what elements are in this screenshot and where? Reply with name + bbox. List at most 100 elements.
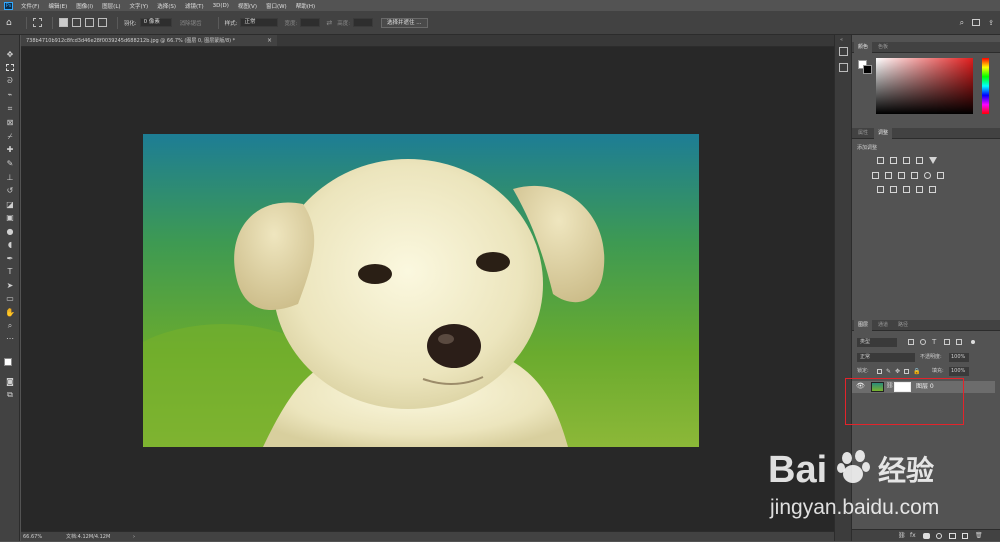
gradient-map-adjustment-icon[interactable] — [916, 186, 923, 193]
lock-transparent-icon[interactable] — [877, 369, 882, 374]
swap-dimensions-icon[interactable]: ⇄ — [326, 19, 332, 27]
canvas-area[interactable] — [21, 47, 834, 531]
style-select[interactable]: 正常 — [240, 18, 279, 27]
layer-filter-kind[interactable]: 类型 — [857, 338, 897, 347]
menu-layer[interactable]: 图层(L) — [102, 2, 120, 10]
history-brush-tool-icon[interactable]: ↺ — [5, 186, 15, 196]
screen-mode-icon[interactable]: ⧉ — [5, 390, 15, 400]
width-input[interactable] — [300, 18, 321, 27]
hue-saturation-adjustment-icon[interactable] — [872, 172, 879, 179]
foreground-color-swatch[interactable] — [4, 358, 12, 366]
tab-layers[interactable]: 图层 — [854, 320, 873, 331]
brightness-adjustment-icon[interactable] — [877, 157, 884, 164]
path-selection-tool-icon[interactable]: ➤ — [5, 281, 15, 291]
clone-stamp-tool-icon[interactable]: ⊥ — [5, 173, 15, 183]
tab-swatches[interactable]: 色板 — [874, 42, 892, 53]
menu-type[interactable]: 文字(Y) — [130, 2, 149, 10]
frame-tool-icon[interactable]: ⊠ — [5, 118, 15, 128]
type-tool-icon[interactable]: T — [5, 267, 15, 277]
rectangle-tool-icon[interactable]: ▭ — [5, 294, 15, 304]
menu-3d[interactable]: 3D(D) — [213, 3, 229, 9]
document-image[interactable] — [143, 134, 699, 447]
properties-panel-icon[interactable] — [839, 63, 848, 72]
history-panel-icon[interactable] — [839, 47, 848, 56]
document-tab[interactable]: 738b4710b912c8fcd3d46e28f0039245d688212b… — [21, 35, 277, 47]
move-tool-icon[interactable]: ✥ — [5, 50, 15, 60]
intersect-selection-icon[interactable] — [97, 18, 107, 27]
hand-tool-icon[interactable]: ✋ — [5, 308, 15, 318]
delete-layer-icon[interactable]: 🗑 — [975, 532, 983, 539]
quick-selection-tool-icon[interactable]: ⌁ — [5, 90, 15, 100]
share-icon[interactable]: ⇪ — [988, 19, 994, 27]
menu-window[interactable]: 窗口(W) — [266, 2, 287, 10]
lock-image-icon[interactable]: ✎ — [886, 366, 891, 377]
link-layers-icon[interactable]: ⛓ — [898, 532, 906, 539]
healing-brush-tool-icon[interactable]: ✚ — [5, 145, 15, 155]
threshold-adjustment-icon[interactable] — [903, 186, 910, 193]
antialias-checkbox[interactable]: 消除锯齿 — [180, 19, 202, 27]
black-white-adjustment-icon[interactable] — [898, 172, 905, 179]
workspace-icon[interactable] — [972, 19, 981, 26]
new-group-icon[interactable] — [949, 533, 956, 539]
add-mask-icon[interactable] — [923, 533, 930, 539]
tab-properties[interactable]: 属性 — [854, 128, 872, 139]
tab-channels[interactable]: 通道 — [874, 320, 892, 331]
home-icon[interactable]: ⌂ — [6, 18, 12, 28]
exposure-adjustment-icon[interactable] — [916, 157, 923, 164]
filter-smart-object-icon[interactable] — [956, 339, 962, 345]
fill-input[interactable]: 100% — [949, 367, 969, 376]
lock-artboard-icon[interactable] — [904, 369, 909, 374]
photo-filter-adjustment-icon[interactable] — [911, 172, 918, 179]
more-tools-icon[interactable]: ⋯ — [5, 334, 15, 344]
menu-help[interactable]: 帮助(H) — [296, 2, 315, 10]
curves-adjustment-icon[interactable] — [903, 157, 910, 164]
lock-all-icon[interactable]: 🔒 — [913, 366, 920, 377]
lock-position-icon[interactable]: ✥ — [895, 366, 900, 377]
eraser-tool-icon[interactable]: ◪ — [5, 200, 15, 210]
zoom-tool-icon[interactable]: ⌕ — [5, 321, 15, 331]
select-and-mask-button[interactable]: 选择并遮住 ... — [381, 17, 428, 28]
new-layer-icon[interactable] — [962, 533, 968, 539]
tab-adjustments[interactable]: 调整 — [874, 128, 893, 139]
search-icon[interactable]: ⌕ — [960, 18, 964, 28]
gradient-tool-icon[interactable]: ▣ — [5, 213, 15, 223]
blend-mode-select[interactable]: 正常 — [857, 353, 915, 362]
add-selection-icon[interactable] — [71, 18, 81, 27]
crop-tool-icon[interactable]: ⌗ — [5, 104, 15, 114]
marquee-tool-preset-icon[interactable] — [32, 18, 42, 27]
menu-edit[interactable]: 编辑(E) — [48, 2, 67, 10]
menu-filter[interactable]: 滤镜(T) — [185, 2, 204, 10]
filter-pixel-icon[interactable] — [908, 339, 914, 345]
close-tab-icon[interactable]: × — [267, 35, 272, 46]
menu-select[interactable]: 选择(S) — [157, 2, 176, 10]
height-input[interactable] — [353, 18, 374, 27]
panel-bg-color-swatch[interactable] — [863, 65, 872, 74]
lasso-tool-icon[interactable]: ᘐ — [5, 76, 15, 86]
channel-mixer-adjustment-icon[interactable] — [924, 172, 931, 179]
filter-type-icon[interactable]: T — [932, 337, 936, 348]
vibrance-adjustment-icon[interactable] — [929, 157, 937, 164]
invert-adjustment-icon[interactable] — [877, 186, 884, 193]
levels-adjustment-icon[interactable] — [890, 157, 897, 164]
pen-tool-icon[interactable]: ✒ — [5, 254, 15, 264]
selective-color-adjustment-icon[interactable] — [929, 186, 936, 193]
tab-paths[interactable]: 路径 — [894, 320, 912, 331]
new-selection-icon[interactable] — [58, 18, 68, 27]
filter-adjustment-icon[interactable] — [920, 339, 926, 345]
new-adjustment-layer-icon[interactable] — [936, 533, 942, 539]
menu-image[interactable]: 图像(I) — [76, 2, 93, 10]
menu-file[interactable]: 文件(F) — [21, 2, 39, 10]
dodge-tool-icon[interactable]: ◖ — [5, 240, 15, 250]
filter-shape-icon[interactable] — [944, 339, 950, 345]
brush-tool-icon[interactable]: ✎ — [5, 159, 15, 169]
subtract-selection-icon[interactable] — [84, 18, 94, 27]
blur-tool-icon[interactable]: ● — [5, 227, 15, 237]
filter-toggle-icon[interactable] — [971, 340, 975, 344]
color-lookup-adjustment-icon[interactable] — [937, 172, 944, 179]
color-picker-field[interactable] — [876, 58, 973, 114]
opacity-input[interactable]: 100% — [949, 353, 969, 362]
feather-input[interactable]: 0 像素 — [139, 18, 172, 27]
tab-color[interactable]: 颜色 — [854, 42, 873, 53]
quick-mask-icon[interactable]: ◙ — [5, 377, 15, 387]
layer-style-icon[interactable]: fx — [910, 532, 916, 539]
